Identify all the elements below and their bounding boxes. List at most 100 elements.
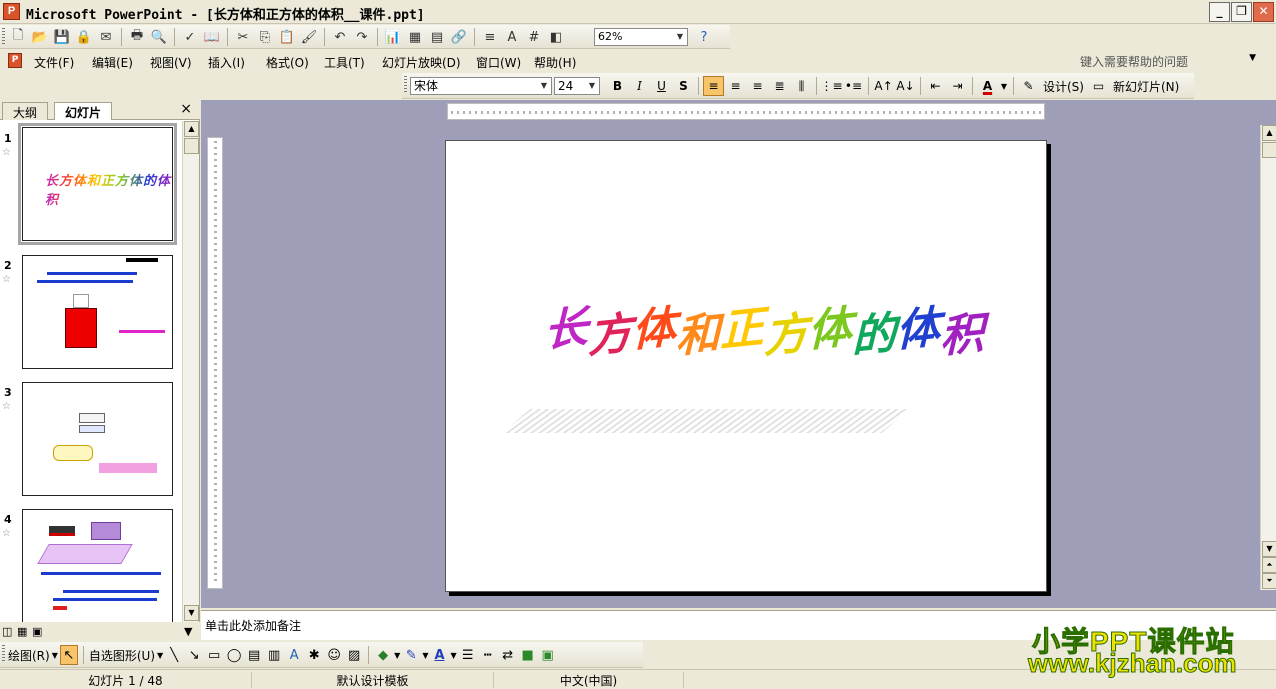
zoom-select[interactable]: 62% ▼ [594,28,688,46]
numbering-icon[interactable]: ⋮≡ [820,76,842,96]
scroll-down-icon[interactable]: ▼ [184,625,192,638]
document-icon[interactable]: P [8,53,22,68]
picture-icon[interactable]: ▨ [345,645,363,665]
wordart-icon[interactable]: A [285,645,303,665]
paste-icon[interactable]: 📋 [277,27,297,47]
normal-view-icon[interactable]: ◫ [2,625,12,638]
research-icon[interactable]: 📖 [202,27,222,47]
restore-button[interactable]: ❐ [1231,2,1252,22]
bullets-icon[interactable]: •≡ [843,76,864,96]
menu-format[interactable]: 格式(O) [266,54,309,71]
new-icon[interactable]: 🗋 [8,27,28,47]
menu-file[interactable]: 文件(F) [34,54,74,71]
toolbar-grip[interactable] [2,28,5,46]
show-grid-icon[interactable]: # [524,27,544,47]
align-right-icon[interactable]: ≡ [747,76,768,96]
menu-tools[interactable]: 工具(T) [324,54,365,71]
help-search-input[interactable]: 键入需要帮助的问题 ▼ [1080,53,1260,69]
menu-window[interactable]: 窗口(W) [476,54,521,71]
font-color-icon[interactable]: A [430,645,448,665]
expand-all-icon[interactable]: ≡ [480,27,500,47]
scroll-up-icon[interactable]: ▲ [184,121,199,137]
close-icon[interactable]: × [180,101,192,117]
save-icon[interactable]: 💾 [52,27,72,47]
editor-scrollbar[interactable]: ▲ ▼ ⏶ ⏷ [1260,125,1276,590]
slideshow-view-icon[interactable]: ▣ [32,625,42,638]
decrease-indent-icon[interactable]: ⇤ [925,76,946,96]
menu-insert[interactable]: 插入(I) [208,54,245,71]
vertical-textbox-icon[interactable]: ▥ [265,645,283,665]
copy-icon[interactable]: ⎘ [255,27,275,47]
close-button[interactable]: ✕ [1253,2,1274,22]
scroll-thumb[interactable] [184,138,199,154]
minimize-button[interactable]: _ [1209,2,1230,22]
previous-slide-icon[interactable]: ⏶ [1262,557,1276,573]
font-color-icon[interactable]: A [977,76,998,96]
textbox-icon[interactable]: ▤ [245,645,263,665]
current-slide[interactable]: 长方体和正方体的体积 [445,140,1047,592]
slide-thumbnail-1[interactable]: 长方体和正方体的体积 [18,123,177,245]
autoshapes-menu-button[interactable]: 自选图形(U) [89,647,155,664]
diagram-icon[interactable]: ✱ [305,645,323,665]
line-style-icon[interactable]: ☰ [459,645,477,665]
table-icon[interactable]: ▦ [405,27,425,47]
hyperlink-icon[interactable]: 🔗 [449,27,469,47]
tab-outline[interactable]: 大纲 [2,102,49,120]
design-button[interactable]: 设计(S) [1040,78,1087,95]
underline-icon[interactable]: U [651,76,672,96]
arrow-icon[interactable]: ↘ [185,645,203,665]
vertical-ruler[interactable] [207,137,223,589]
line-color-icon[interactable]: ✎ [402,645,420,665]
horizontal-ruler[interactable] [447,103,1045,120]
menu-edit[interactable]: 编辑(E) [92,54,133,71]
slide-thumbnail-2[interactable] [22,255,173,369]
fill-color-icon[interactable]: ◆ [374,645,392,665]
scroll-thumb[interactable] [1262,142,1276,158]
clipart-icon[interactable]: ☺ [325,645,343,665]
increase-indent-icon[interactable]: ⇥ [947,76,968,96]
open-icon[interactable]: 📂 [30,27,50,47]
arrow-style-icon[interactable]: ⇄ [499,645,517,665]
toolbar-grip[interactable] [2,645,5,663]
font-select[interactable]: 宋体 ▼ [410,77,552,95]
format-painter-icon[interactable]: 🖌 [299,27,319,47]
align-left-icon[interactable]: ≡ [703,76,724,96]
oval-icon[interactable]: ◯ [225,645,243,665]
bold-icon[interactable]: B [607,76,628,96]
shadow-icon[interactable]: S [673,76,694,96]
align-center-icon[interactable]: ≡ [725,76,746,96]
chart-icon[interactable]: 📊 [383,27,403,47]
line-icon[interactable]: ╲ [165,645,183,665]
rectangle-icon[interactable]: ▭ [205,645,223,665]
permission-icon[interactable]: 🔒 [74,27,94,47]
show-formatting-icon[interactable]: A [502,27,522,47]
tables-borders-icon[interactable]: ▤ [427,27,447,47]
scroll-up-icon[interactable]: ▲ [1262,125,1276,141]
next-slide-icon[interactable]: ⏷ [1262,573,1276,589]
wordart-title[interactable]: 长方体和正方体的体积 [544,293,984,364]
menu-view[interactable]: 视图(V) [150,54,192,71]
distributed-icon[interactable]: ⫼ [791,76,812,96]
select-objects-icon[interactable]: ↖ [59,645,78,665]
cut-icon[interactable]: ✂ [233,27,253,47]
undo-icon[interactable]: ↶ [330,27,350,47]
shadow-style-icon[interactable]: ■ [519,645,537,665]
email-icon[interactable]: ✉ [96,27,116,47]
menu-help[interactable]: 帮助(H) [534,54,576,71]
print-preview-icon[interactable]: 🔍 [149,27,169,47]
justify-icon[interactable]: ≣ [769,76,790,96]
scroll-down-icon[interactable]: ▼ [184,605,199,621]
color-grayscale-icon[interactable]: ◧ [546,27,566,47]
menu-slideshow[interactable]: 幻灯片放映(D) [382,54,461,71]
scroll-down-icon[interactable]: ▼ [1262,541,1276,557]
tab-slides[interactable]: 幻灯片 [54,102,113,120]
toolbar-grip[interactable] [404,76,407,94]
decrease-font-icon[interactable]: A↓ [895,76,916,96]
help-icon[interactable]: ? [694,27,714,47]
slide-thumbnail-4[interactable] [22,509,173,622]
powerpoint-app-icon[interactable]: P [3,3,20,20]
font-size-select[interactable]: 24 ▼ [554,77,600,95]
slide-sorter-icon[interactable]: ▦ [17,625,27,638]
redo-icon[interactable]: ↷ [352,27,372,47]
new-slide-button[interactable]: 新幻灯片(N) [1110,78,1182,95]
